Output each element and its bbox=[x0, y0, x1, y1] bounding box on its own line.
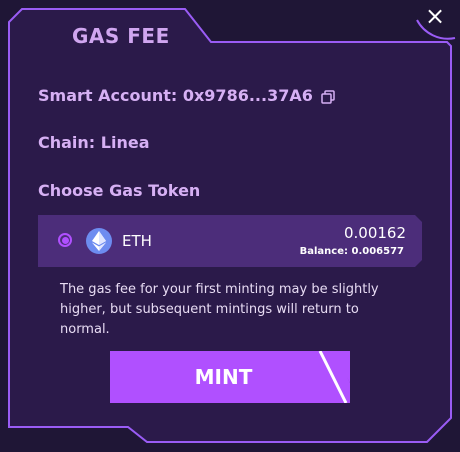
smart-account-label: Smart Account: 0x9786...37A6 bbox=[38, 86, 313, 105]
smart-account-row: Smart Account: 0x9786...37A6 bbox=[38, 86, 335, 105]
copy-icon[interactable] bbox=[321, 89, 335, 104]
modal-title: GAS FEE bbox=[72, 24, 170, 48]
choose-gas-token-heading: Choose Gas Token bbox=[38, 181, 201, 200]
token-fee-amount: 0.00162 bbox=[343, 224, 406, 242]
token-symbol: ETH bbox=[122, 232, 152, 250]
ethereum-icon bbox=[86, 228, 112, 254]
mint-button[interactable]: MINT bbox=[110, 351, 350, 403]
mint-button-label[interactable]: MINT bbox=[110, 351, 337, 403]
close-icon[interactable]: × bbox=[425, 2, 445, 30]
chain-label: Chain: Linea bbox=[38, 133, 150, 152]
close-button[interactable]: × bbox=[416, 0, 454, 32]
radio-selected-icon[interactable] bbox=[58, 233, 72, 247]
radio-dot bbox=[61, 236, 69, 244]
token-balance: Balance: 0.006577 bbox=[299, 246, 404, 257]
gas-fee-notice: The gas fee for your first minting may b… bbox=[60, 282, 379, 337]
gas-token-option-eth[interactable]: ETH 0.00162 Balance: 0.006577 bbox=[38, 215, 422, 267]
